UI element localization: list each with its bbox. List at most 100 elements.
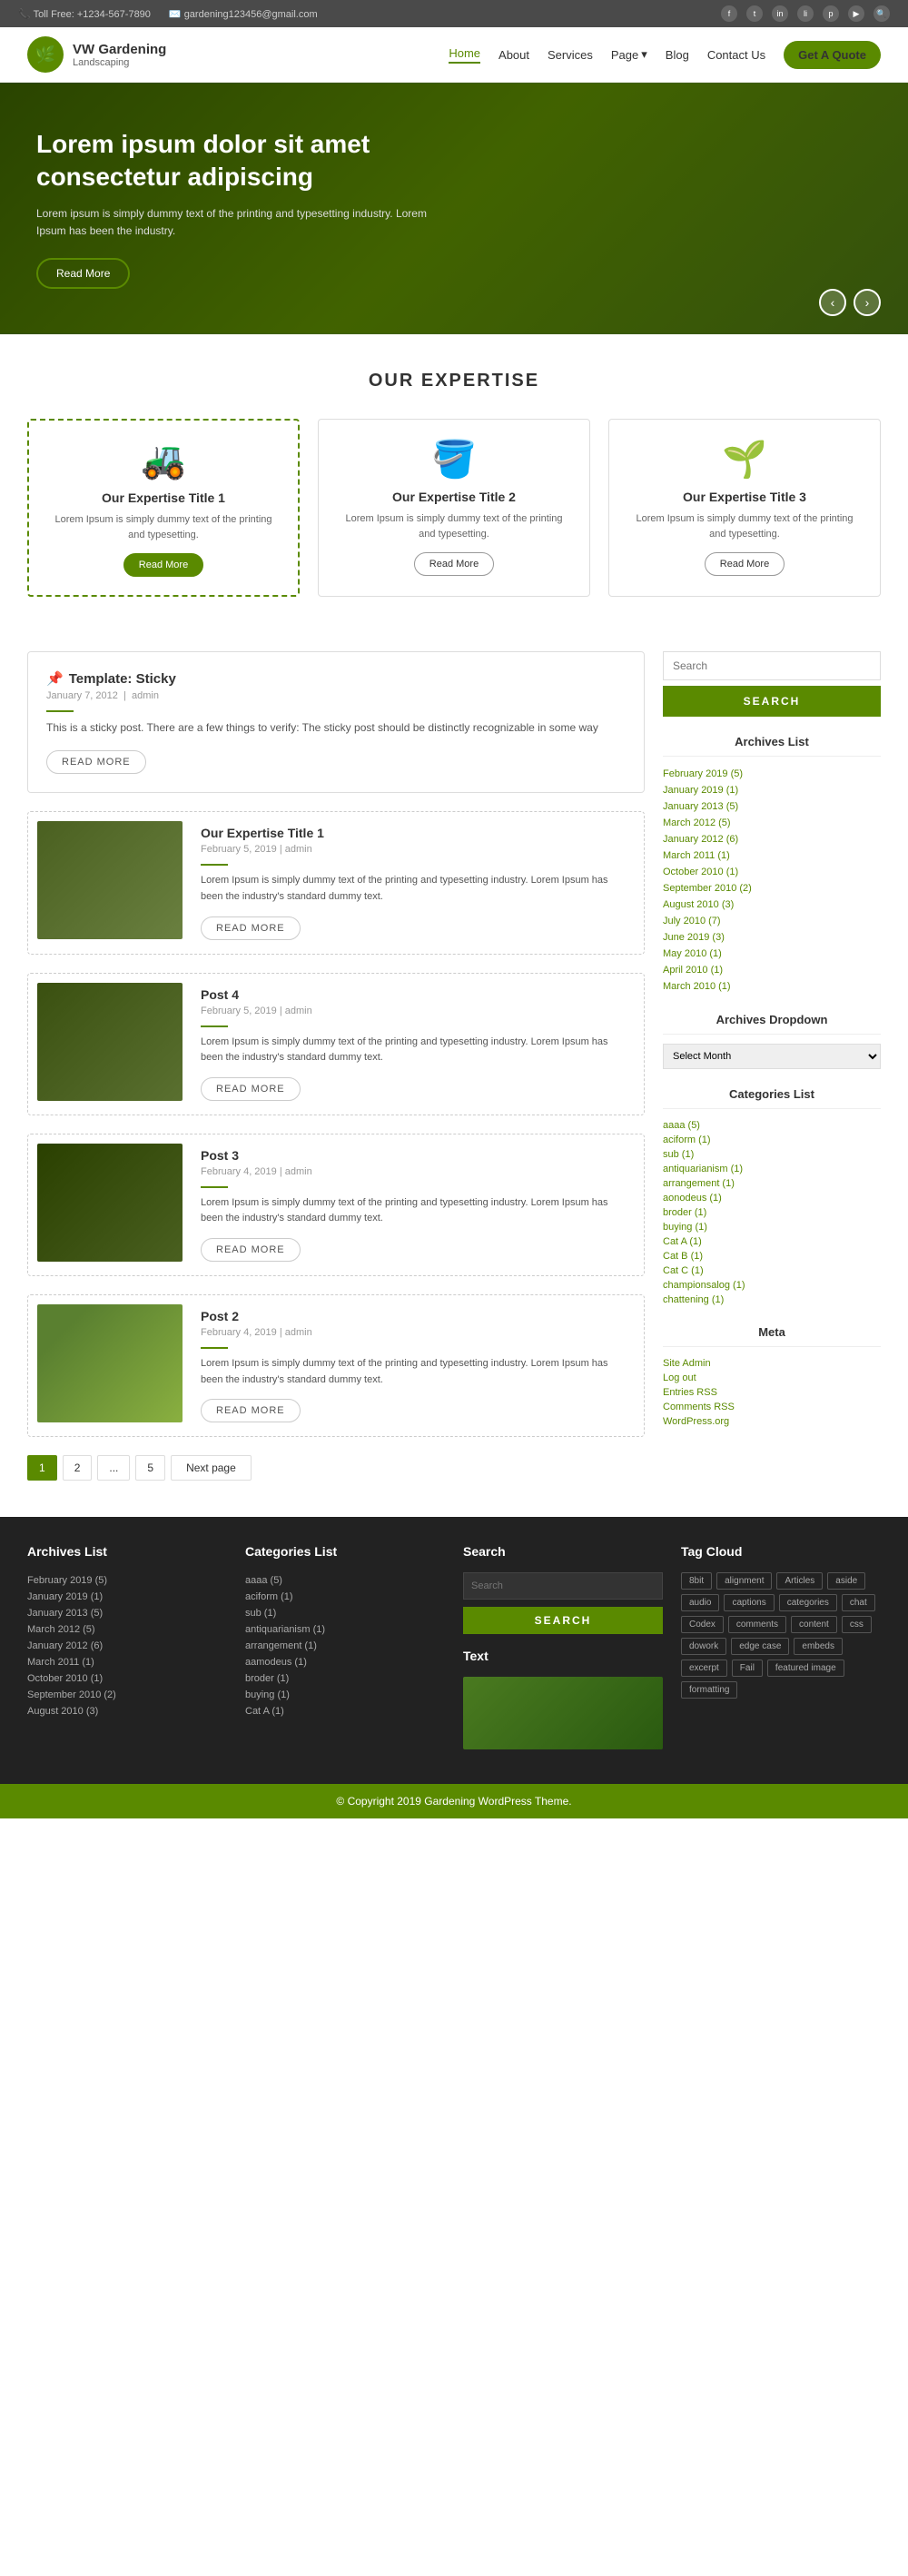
archive-list-item[interactable]: June 2019 (3)	[663, 929, 881, 946]
tag-cloud-item[interactable]: content	[791, 1616, 837, 1633]
pinterest-icon[interactable]: p	[823, 5, 839, 22]
tag-cloud-item[interactable]: audio	[681, 1594, 719, 1611]
category-list-item[interactable]: broder (1)	[663, 1205, 881, 1220]
footer-archive-item[interactable]: January 2013 (5)	[27, 1605, 227, 1621]
category-list-item[interactable]: aonodeus (1)	[663, 1191, 881, 1205]
tag-cloud-item[interactable]: aside	[827, 1572, 865, 1590]
tag-cloud-item[interactable]: chat	[842, 1594, 875, 1611]
footer-archive-item[interactable]: January 2012 (6)	[27, 1638, 227, 1654]
twitter-icon[interactable]: t	[746, 5, 763, 22]
instagram-icon[interactable]: in	[772, 5, 788, 22]
footer-archive-item[interactable]: March 2011 (1)	[27, 1654, 227, 1670]
category-list-item[interactable]: aaaa (5)	[663, 1118, 881, 1133]
expertise-card-1-btn[interactable]: Read More	[123, 553, 203, 577]
get-quote-button[interactable]: Get A Quote	[784, 41, 881, 69]
nav-page-dropdown[interactable]: Page ▾	[611, 47, 647, 62]
category-list-item[interactable]: championsalog (1)	[663, 1278, 881, 1293]
archive-list-item[interactable]: May 2010 (1)	[663, 946, 881, 962]
expertise-card-3-btn[interactable]: Read More	[705, 552, 785, 576]
sidebar-search-input[interactable]	[663, 651, 881, 680]
archive-list-item[interactable]: February 2019 (5)	[663, 766, 881, 782]
search-icon-topbar[interactable]: 🔍	[873, 5, 890, 22]
footer-archive-item[interactable]: January 2019 (1)	[27, 1589, 227, 1605]
blog-post-4-btn[interactable]: READ MORE	[201, 1399, 301, 1422]
category-list-item[interactable]: Cat B (1)	[663, 1249, 881, 1263]
footer-archive-item[interactable]: August 2010 (3)	[27, 1703, 227, 1719]
archive-list-item[interactable]: July 2010 (7)	[663, 913, 881, 929]
archive-list-item[interactable]: March 2011 (1)	[663, 847, 881, 864]
tag-cloud-item[interactable]: formatting	[681, 1681, 737, 1699]
tag-cloud-item[interactable]: css	[842, 1616, 872, 1633]
sidebar-search-button[interactable]: SEARCH	[663, 686, 881, 717]
tag-cloud-item[interactable]: edge case	[731, 1638, 789, 1655]
meta-list-item[interactable]: Log out	[663, 1371, 881, 1385]
meta-list-item[interactable]: Site Admin	[663, 1356, 881, 1371]
next-page-link[interactable]: Next page	[171, 1455, 252, 1481]
tag-cloud-item[interactable]: dowork	[681, 1638, 726, 1655]
page-2-link[interactable]: 2	[63, 1455, 93, 1481]
footer-category-item[interactable]: aamodeus (1)	[245, 1654, 445, 1670]
tag-cloud-item[interactable]: excerpt	[681, 1660, 727, 1677]
footer-archive-item[interactable]: September 2010 (2)	[27, 1687, 227, 1703]
tag-cloud-item[interactable]: 8bit	[681, 1572, 712, 1590]
category-list-item[interactable]: antiquarianism (1)	[663, 1162, 881, 1176]
tag-cloud-item[interactable]: Codex	[681, 1616, 724, 1633]
footer-category-item[interactable]: sub (1)	[245, 1605, 445, 1621]
tag-cloud-item[interactable]: captions	[724, 1594, 774, 1611]
archive-list-item[interactable]: January 2019 (1)	[663, 782, 881, 798]
meta-list-item[interactable]: Entries RSS	[663, 1385, 881, 1400]
footer-search-input[interactable]	[463, 1572, 663, 1600]
footer-category-item[interactable]: broder (1)	[245, 1670, 445, 1687]
footer-category-item[interactable]: Cat A (1)	[245, 1703, 445, 1719]
category-list-item[interactable]: Cat C (1)	[663, 1263, 881, 1278]
blog-post-1-btn[interactable]: READ MORE	[201, 916, 301, 940]
category-list-item[interactable]: buying (1)	[663, 1220, 881, 1234]
category-list-item[interactable]: sub (1)	[663, 1147, 881, 1162]
meta-list-item[interactable]: Comments RSS	[663, 1400, 881, 1414]
tag-cloud-item[interactable]: comments	[728, 1616, 786, 1633]
footer-archive-item[interactable]: October 2010 (1)	[27, 1670, 227, 1687]
page-5-link[interactable]: 5	[135, 1455, 165, 1481]
tag-cloud-item[interactable]: categories	[779, 1594, 837, 1611]
archive-list-item[interactable]: March 2010 (1)	[663, 978, 881, 995]
nav-about[interactable]: About	[498, 48, 529, 62]
category-list-item[interactable]: Cat A (1)	[663, 1234, 881, 1249]
footer-category-item[interactable]: aaaa (5)	[245, 1572, 445, 1589]
category-list-item[interactable]: chattening (1)	[663, 1293, 881, 1307]
tag-cloud-item[interactable]: Fail	[732, 1660, 763, 1677]
youtube-icon[interactable]: ▶	[848, 5, 864, 22]
footer-category-item[interactable]: arrangement (1)	[245, 1638, 445, 1654]
nav-home[interactable]: Home	[449, 46, 480, 64]
category-list-item[interactable]: arrangement (1)	[663, 1176, 881, 1191]
archives-dropdown-select[interactable]: Select MonthFebruary 2019 (5)January 201…	[663, 1044, 881, 1069]
archive-list-item[interactable]: April 2010 (1)	[663, 962, 881, 978]
hero-next-button[interactable]: ›	[854, 289, 881, 316]
footer-archive-item[interactable]: February 2019 (5)	[27, 1572, 227, 1589]
footer-category-item[interactable]: aciform (1)	[245, 1589, 445, 1605]
page-1-link[interactable]: 1	[27, 1455, 57, 1481]
footer-archive-item[interactable]: March 2012 (5)	[27, 1621, 227, 1638]
tag-cloud-item[interactable]: embeds	[794, 1638, 843, 1655]
nav-blog[interactable]: Blog	[666, 48, 689, 62]
meta-list-item[interactable]: WordPress.org	[663, 1414, 881, 1429]
tag-cloud-item[interactable]: alignment	[716, 1572, 772, 1590]
nav-contact[interactable]: Contact Us	[707, 48, 765, 62]
archive-list-item[interactable]: January 2012 (6)	[663, 831, 881, 847]
sticky-read-more-button[interactable]: READ MORE	[46, 750, 146, 774]
footer-search-button[interactable]: SEARCH	[463, 1607, 663, 1634]
nav-page-link[interactable]: Page	[611, 48, 638, 62]
facebook-icon[interactable]: f	[721, 5, 737, 22]
hero-prev-button[interactable]: ‹	[819, 289, 846, 316]
blog-post-2-btn[interactable]: READ MORE	[201, 1077, 301, 1101]
archive-list-item[interactable]: October 2010 (1)	[663, 864, 881, 880]
tag-cloud-item[interactable]: Articles	[776, 1572, 823, 1590]
hero-read-more-button[interactable]: Read More	[36, 258, 130, 289]
archive-list-item[interactable]: March 2012 (5)	[663, 815, 881, 831]
category-list-item[interactable]: aciform (1)	[663, 1133, 881, 1147]
expertise-card-2-btn[interactable]: Read More	[414, 552, 494, 576]
archive-list-item[interactable]: September 2010 (2)	[663, 880, 881, 897]
footer-category-item[interactable]: buying (1)	[245, 1687, 445, 1703]
tag-cloud-item[interactable]: featured image	[767, 1660, 844, 1677]
blog-post-3-btn[interactable]: READ MORE	[201, 1238, 301, 1262]
footer-category-item[interactable]: antiquarianism (1)	[245, 1621, 445, 1638]
